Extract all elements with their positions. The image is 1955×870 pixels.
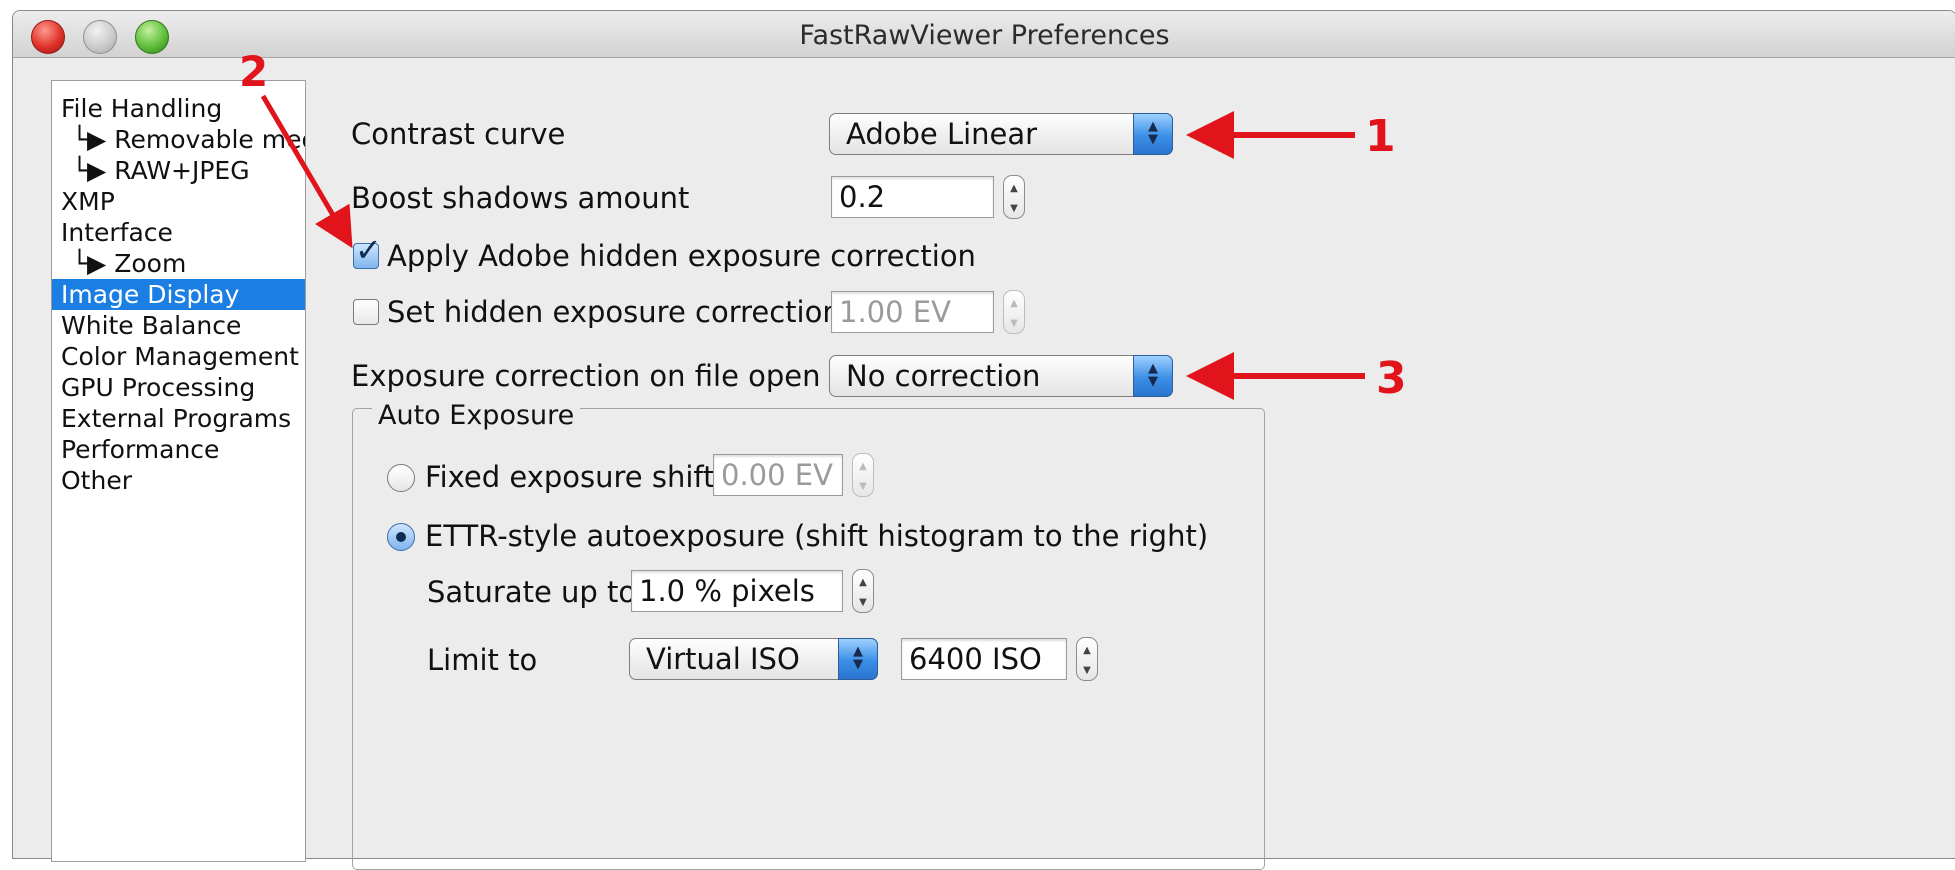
callout-2-number: 2 [239,47,268,96]
callout-1-number: 1 [1365,111,1396,162]
callout-2-arrow [260,94,353,249]
annotation-layer: 1 2 3 [239,47,1407,404]
callout-3-number: 3 [1376,353,1407,404]
